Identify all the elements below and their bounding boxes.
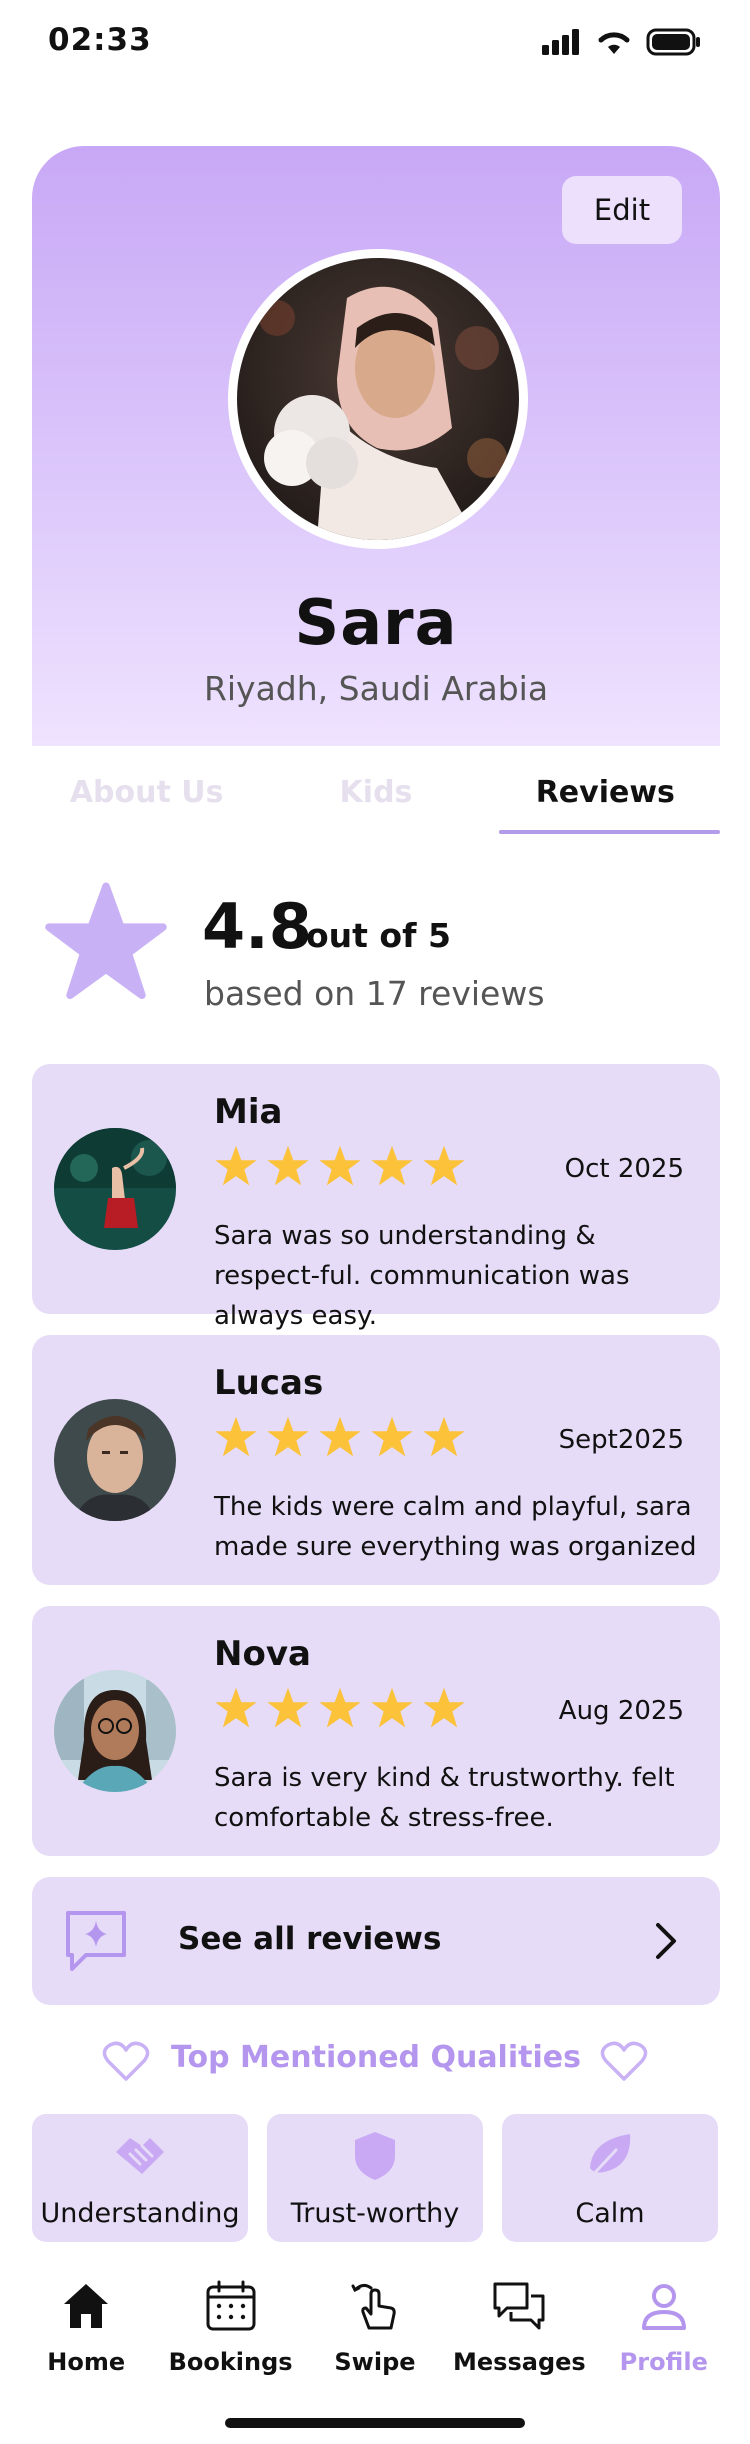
review-date: Aug 2025 bbox=[558, 1696, 684, 1726]
profile-avatar[interactable] bbox=[237, 258, 519, 540]
status-icons bbox=[542, 28, 702, 56]
tab-kids[interactable]: Kids bbox=[261, 750, 490, 834]
quality-label: Calm bbox=[575, 2198, 645, 2229]
rating-based-on: based on 17 reviews bbox=[204, 974, 545, 1013]
nav-swipe[interactable]: Swipe bbox=[305, 2266, 445, 2396]
review-card[interactable]: Lucas Sept2025 The kids were calm and pl… bbox=[32, 1335, 720, 1585]
star-icon bbox=[215, 1687, 257, 1728]
review-stars bbox=[214, 1415, 466, 1459]
quality-card-trust-worthy[interactable]: Trust-worthy bbox=[267, 2114, 483, 2242]
rating-value: 4.8 bbox=[202, 890, 312, 963]
see-all-reviews-label: See all reviews bbox=[178, 1921, 442, 1957]
review-card[interactable]: Nova Aug 2025 Sara is very kind & trustw… bbox=[32, 1606, 720, 1856]
review-text: The kids were calm and playful, sara mad… bbox=[214, 1492, 697, 1562]
rating-out-of: out of 5 bbox=[306, 916, 451, 955]
nav-label: Bookings bbox=[168, 2348, 293, 2376]
star-icon bbox=[371, 1145, 413, 1186]
profile-location: Riyadh, Saudi Arabia bbox=[203, 669, 549, 708]
nav-label: Profile bbox=[619, 2348, 708, 2376]
nav-label: Messages bbox=[453, 2348, 586, 2376]
wifi-icon bbox=[598, 32, 630, 54]
battery-icon bbox=[646, 28, 700, 56]
nav-label: Swipe bbox=[334, 2348, 416, 2376]
star-icon bbox=[371, 1416, 413, 1457]
chat-bubbles-icon bbox=[493, 2282, 545, 2330]
person-icon bbox=[641, 2284, 686, 2330]
review-text: Sara is very kind & trustworthy. felt co… bbox=[214, 1763, 675, 1833]
star-icon bbox=[423, 1687, 465, 1728]
profile-name: Sara bbox=[294, 586, 458, 659]
star-icon bbox=[319, 1416, 361, 1457]
nav-home[interactable]: Home bbox=[16, 2266, 156, 2396]
status-time: 02:33 bbox=[48, 22, 152, 58]
reviewer-name: Lucas bbox=[214, 1363, 324, 1403]
see-all-reviews-button[interactable]: See all reviews bbox=[32, 1877, 720, 2005]
profile-tabs: About Us Kids Reviews bbox=[32, 750, 721, 834]
quality-card-calm[interactable]: Calm bbox=[502, 2114, 718, 2242]
star-icon bbox=[371, 1687, 413, 1728]
edit-button[interactable]: Edit bbox=[562, 176, 682, 244]
profile-avatar-frame bbox=[228, 249, 528, 549]
profile-header: Edit Sara Riyadh, Saudi Arabia bbox=[32, 146, 720, 746]
rating-star-icon bbox=[45, 882, 167, 1000]
review-text: Sara was so understanding & respect-ful.… bbox=[214, 1221, 630, 1331]
reviewer-name: Nova bbox=[214, 1634, 311, 1674]
calendar-icon bbox=[206, 2280, 256, 2331]
review-stars bbox=[214, 1144, 466, 1188]
home-indicator[interactable] bbox=[225, 2418, 525, 2428]
nav-bookings[interactable]: Bookings bbox=[161, 2266, 301, 2396]
review-date: Sept2025 bbox=[558, 1425, 684, 1455]
reviewer-name: Mia bbox=[214, 1092, 283, 1132]
qualities-header: Top Mentioned Qualities bbox=[32, 2028, 720, 2088]
handshake-icon bbox=[116, 2138, 164, 2174]
quality-card-understanding[interactable]: Understanding bbox=[32, 2114, 248, 2242]
review-card[interactable]: Mia Oct 2025 Sara was so understanding &… bbox=[32, 1064, 720, 1331]
swipe-hand-icon bbox=[351, 2283, 396, 2330]
shield-icon bbox=[355, 2132, 395, 2180]
star-icon bbox=[319, 1687, 361, 1728]
quality-label: Understanding bbox=[40, 2198, 240, 2229]
chevron-right-icon bbox=[656, 1923, 676, 1959]
review-date: Oct 2025 bbox=[564, 1154, 684, 1184]
nav-label: Home bbox=[47, 2348, 126, 2376]
home-icon bbox=[64, 2284, 109, 2328]
star-icon bbox=[319, 1145, 361, 1186]
nav-messages[interactable]: Messages bbox=[449, 2266, 589, 2396]
star-icon bbox=[215, 1416, 257, 1457]
star-icon bbox=[423, 1145, 465, 1186]
review-sparkle-icon bbox=[66, 1911, 126, 1971]
star-icon bbox=[423, 1416, 465, 1457]
star-icon bbox=[267, 1416, 309, 1457]
reviewer-avatar bbox=[54, 1128, 176, 1250]
star-icon bbox=[267, 1145, 309, 1186]
nav-profile[interactable]: Profile bbox=[594, 2266, 734, 2396]
star-icon bbox=[215, 1145, 257, 1186]
quality-label: Trust-worthy bbox=[290, 2198, 460, 2229]
rating-summary: 4.8 out of 5 based on 17 reviews bbox=[32, 880, 720, 1013]
signal-icon bbox=[542, 29, 579, 55]
reviewer-avatar bbox=[54, 1399, 176, 1521]
status-bar: 02:33 bbox=[0, 0, 750, 90]
leaf-icon bbox=[588, 2134, 631, 2180]
tab-reviews[interactable]: Reviews bbox=[491, 750, 721, 834]
heart-icon bbox=[600, 2041, 648, 2081]
star-icon bbox=[267, 1687, 309, 1728]
bottom-nav: Home Bookings Swipe Messages Profile bbox=[0, 2266, 750, 2396]
reviewer-avatar bbox=[54, 1670, 176, 1792]
tab-about-us[interactable]: About Us bbox=[32, 750, 261, 834]
review-stars bbox=[214, 1686, 466, 1730]
